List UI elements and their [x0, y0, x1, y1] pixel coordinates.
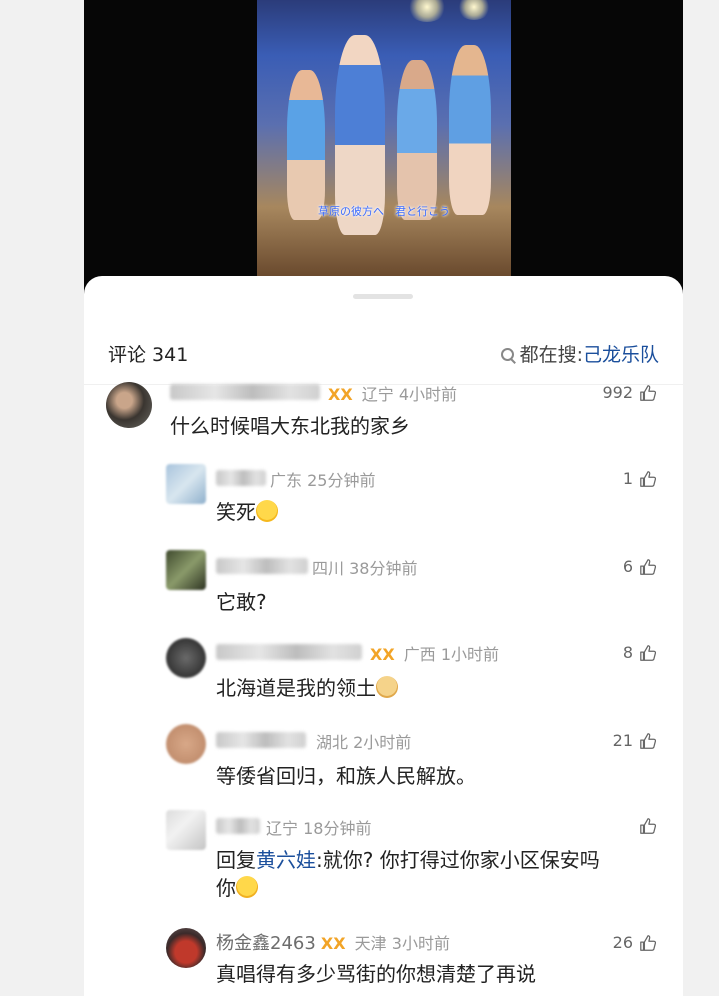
username-blurred[interactable]: [216, 732, 306, 748]
avatar[interactable]: [166, 638, 206, 678]
comment-count-title: 评论 341: [108, 344, 189, 366]
comment-meta: 湖北 2小时前: [316, 729, 411, 753]
reply-item: 辽宁 18分钟前 回复黄六娃:就你? 你打得过你家小区保安吗 你: [84, 808, 683, 918]
comment-meta: ⅩⅩ 辽宁 4小时前: [328, 381, 457, 405]
video-player[interactable]: 草原の彼方へ 君と行こう: [84, 0, 683, 300]
like-count: 992: [602, 383, 633, 402]
avatar[interactable]: [166, 724, 206, 764]
username-blurred[interactable]: [216, 558, 308, 574]
username-blurred[interactable]: [216, 470, 266, 486]
thumbs-up-icon: [640, 732, 657, 749]
badge-icon: ⅩⅩ: [328, 385, 353, 404]
comment-item: ⅩⅩ 辽宁 4小时前 992 什么时候唱大东北我的家乡: [84, 378, 683, 448]
reply-item: 杨金鑫2463 ⅩⅩ 天津 3小时前 26 真唱得有多少骂街的你想清楚了再说: [84, 926, 683, 996]
hot-search-keyword[interactable]: 己龙乐队: [583, 340, 659, 367]
like-button[interactable]: 26: [613, 933, 657, 952]
like-button[interactable]: [633, 817, 657, 835]
like-button[interactable]: 6: [623, 557, 657, 576]
comment-sheet: 评论 341 都在搜: 己龙乐队 ⅩⅩ 辽宁 4小时前 992 什么时候唱大东北…: [84, 276, 683, 996]
video-frame[interactable]: 草原の彼方へ 君と行こう: [257, 0, 511, 276]
location: 辽宁: [361, 385, 394, 404]
timestamp: 25分钟前: [307, 471, 376, 490]
badge-icon: ⅩⅩ: [370, 645, 395, 664]
reply-item: ⅩⅩ 广西 1小时前 8 北海道是我的领土: [84, 636, 683, 716]
thumbs-up-icon: [640, 818, 657, 834]
comment-text: 什么时候唱大东北我的家乡: [170, 414, 410, 438]
like-button[interactable]: 1: [623, 469, 657, 488]
drag-handle[interactable]: [353, 294, 413, 299]
like-count: 26: [612, 933, 633, 952]
location: 辽宁: [266, 819, 299, 838]
like-count: 8: [622, 643, 633, 662]
comment-text: 回复黄六娃:就你? 你打得过你家小区保安吗 你: [216, 848, 600, 900]
comment-text: 北海道是我的领土: [216, 674, 398, 702]
like-button[interactable]: 21: [613, 731, 657, 750]
timestamp: 18分钟前: [303, 819, 372, 838]
username-blurred[interactable]: [170, 384, 320, 400]
crying-laughing-emoji: [256, 500, 278, 522]
like-count: 6: [622, 557, 633, 576]
comment-text: 笑死: [216, 498, 278, 526]
comment-meta: ⅩⅩ 广西 1小时前: [370, 641, 499, 665]
comment-meta: 辽宁 18分钟前: [266, 815, 371, 839]
timestamp: 4小时前: [398, 385, 458, 404]
location: 四川: [312, 559, 345, 578]
grinning-emoji: [236, 876, 258, 898]
hot-search[interactable]: 都在搜: 己龙乐队: [500, 340, 659, 367]
video-subtitle: 草原の彼方へ 君と行こう: [318, 205, 450, 218]
timestamp: 1小时前: [440, 645, 500, 664]
location: 广西: [403, 645, 436, 664]
thumbs-up-icon: [640, 558, 657, 575]
avatar[interactable]: [166, 928, 206, 968]
comment-header: 评论 341 都在搜: 己龙乐队: [84, 332, 683, 372]
like-count: 1: [622, 469, 633, 488]
avatar[interactable]: [106, 382, 152, 428]
username-blurred[interactable]: [216, 644, 362, 660]
timestamp: 3小时前: [391, 934, 450, 953]
timestamp: 38分钟前: [349, 559, 418, 578]
doge-emoji: [376, 676, 398, 698]
reply-to-user[interactable]: 黄六娃: [256, 848, 316, 872]
reply-item: 湖北 2小时前 21 等倭省回归，和族人民解放。: [84, 722, 683, 802]
like-button[interactable]: 8: [623, 643, 657, 662]
avatar[interactable]: [166, 464, 206, 504]
location: 天津: [354, 934, 387, 953]
comment-meta: 杨金鑫2463 ⅩⅩ 天津 3小时前: [216, 929, 450, 955]
badge-icon: ⅩⅩ: [320, 934, 346, 953]
username[interactable]: 杨金鑫2463: [216, 933, 316, 954]
comment-meta: 四川 38分钟前: [312, 555, 417, 579]
like-count: 21: [612, 731, 633, 750]
comment-text: 它敢?: [216, 590, 267, 614]
reply-item: 广东 25分钟前 1 笑死: [84, 462, 683, 542]
location: 广东: [270, 471, 303, 490]
username-blurred[interactable]: [216, 818, 260, 834]
comment-meta: 广东 25分钟前: [270, 467, 375, 491]
thumbs-up-icon: [640, 470, 657, 487]
search-icon: [500, 347, 515, 362]
reply-item: 四川 38分钟前 6 它敢?: [84, 548, 683, 628]
hot-search-prefix: 都在搜:: [519, 344, 583, 366]
location: 湖北: [316, 733, 349, 752]
comment-text: 真唱得有多少骂街的你想清楚了再说: [216, 962, 536, 986]
avatar[interactable]: [166, 810, 206, 850]
comment-text: 等倭省回归，和族人民解放。: [216, 764, 476, 788]
avatar[interactable]: [166, 550, 206, 590]
thumbs-up-icon: [640, 644, 657, 661]
like-button[interactable]: 992: [602, 383, 657, 402]
thumbs-up-icon: [640, 384, 657, 401]
thumbs-up-icon: [640, 934, 657, 951]
timestamp: 2小时前: [353, 733, 412, 752]
